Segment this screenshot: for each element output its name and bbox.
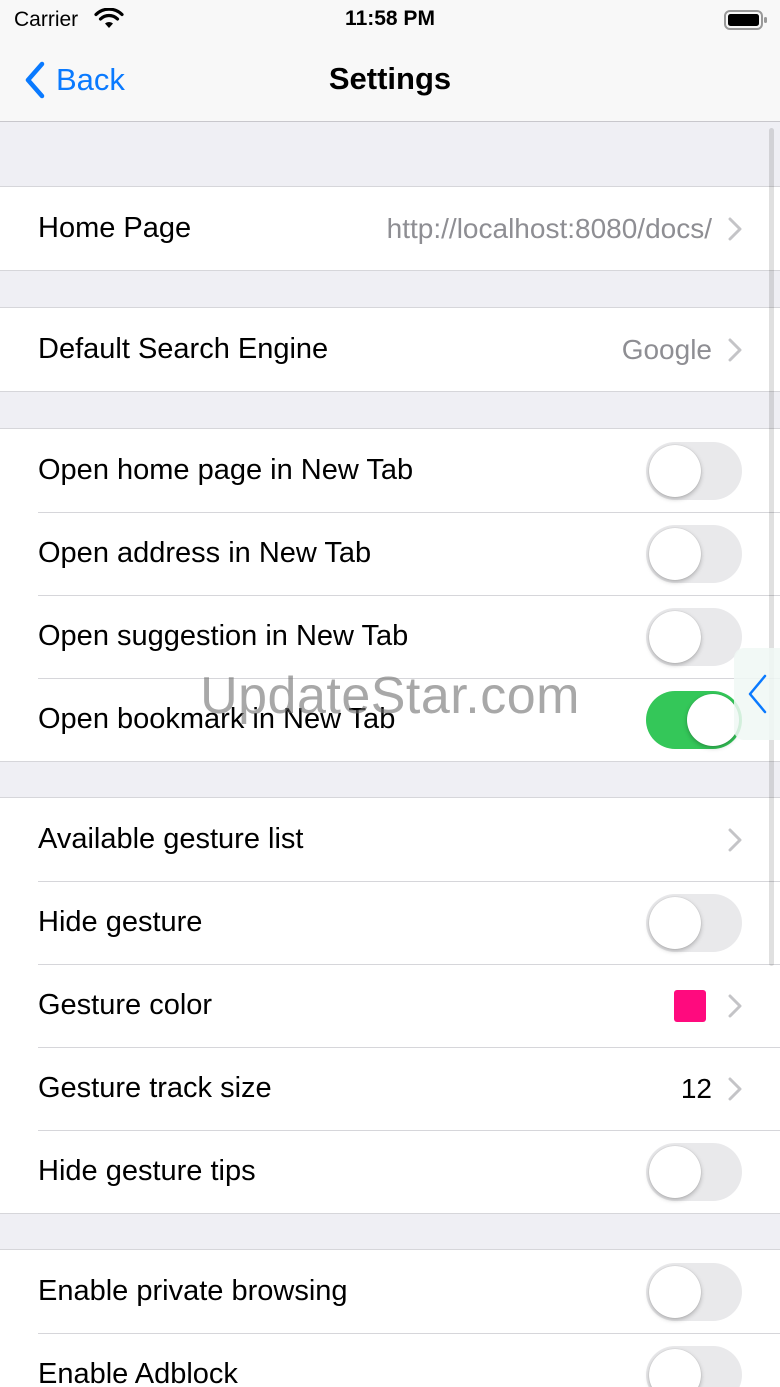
hide-gesture-toggle[interactable] — [646, 893, 742, 952]
row-label: Enable Adblock — [38, 1358, 238, 1387]
chevron-left-icon — [748, 674, 767, 714]
toggle-knob — [649, 444, 701, 497]
row-value: Google — [621, 333, 712, 365]
page-title: Settings — [328, 61, 452, 96]
toggle-knob — [649, 610, 701, 663]
settings-group-tabs: Open home page in New Tab Open address i… — [0, 428, 780, 762]
open-address-new-tab-row: Open address in New Tab — [0, 512, 780, 595]
chevron-right-icon — [728, 828, 742, 851]
enable-adblock-row: Enable Adblock — [0, 1333, 780, 1387]
chevron-right-icon — [728, 217, 742, 240]
open-suggestion-new-tab-row: Open suggestion in New Tab — [0, 595, 780, 678]
enable-private-browsing-row: Enable private browsing — [0, 1250, 780, 1333]
row-label: Hide gesture tips — [38, 1155, 256, 1187]
row-label: Default Search Engine — [38, 333, 329, 365]
side-drawer-tab[interactable] — [734, 648, 780, 740]
row-label: Home Page — [38, 212, 192, 244]
open-bookmark-new-tab-toggle[interactable] — [646, 690, 742, 749]
toggle-knob — [649, 1265, 701, 1318]
row-value: http://localhost:8080/docs/ — [386, 212, 712, 244]
toggle-knob — [649, 1145, 701, 1198]
row-label: Open address in New Tab — [38, 537, 372, 569]
status-bar: Carrier 11:58 PM — [0, 0, 780, 40]
navigation-bar: Back Settings — [0, 40, 780, 122]
default-search-engine-row[interactable]: Default Search Engine Google — [0, 308, 780, 391]
toggle-knob — [687, 693, 739, 746]
status-time: 11:58 PM — [345, 7, 435, 30]
gesture-color-row[interactable]: Gesture color — [0, 964, 780, 1047]
row-label: Open home page in New Tab — [38, 454, 414, 486]
settings-group-home: Home Page http://localhost:8080/docs/ — [0, 186, 780, 271]
open-bookmark-new-tab-row: Open bookmark in New Tab — [0, 678, 780, 761]
open-address-new-tab-toggle[interactable] — [646, 524, 742, 583]
row-label: Gesture color — [38, 989, 213, 1021]
row-label: Enable private browsing — [38, 1275, 348, 1307]
row-value: 12 — [680, 1072, 712, 1104]
hide-gesture-tips-toggle[interactable] — [646, 1142, 742, 1201]
open-home-page-new-tab-row: Open home page in New Tab — [0, 429, 780, 512]
gesture-track-size-row[interactable]: Gesture track size 12 — [0, 1047, 780, 1130]
hide-gesture-row: Hide gesture — [0, 881, 780, 964]
open-home-page-new-tab-toggle[interactable] — [646, 441, 742, 500]
settings-group-search: Default Search Engine Google — [0, 307, 780, 392]
chevron-right-icon — [728, 338, 742, 361]
row-label: Hide gesture — [38, 906, 203, 938]
toggle-knob — [649, 896, 701, 949]
toggle-knob — [649, 1348, 701, 1387]
hide-gesture-tips-row: Hide gesture tips — [0, 1130, 780, 1213]
row-label: Open bookmark in New Tab — [38, 703, 396, 735]
toggle-knob — [649, 527, 701, 580]
gesture-color-swatch — [674, 989, 706, 1022]
enable-adblock-toggle[interactable] — [646, 1345, 742, 1387]
chevron-right-icon — [728, 1077, 742, 1100]
settings-group-privacy: Enable private browsing Enable Adblock — [0, 1249, 780, 1387]
home-page-row[interactable]: Home Page http://localhost:8080/docs/ — [0, 187, 780, 270]
row-label: Gesture track size — [38, 1072, 272, 1104]
settings-group-gestures: Available gesture list Hide gesture Gest… — [0, 797, 780, 1214]
chevron-right-icon — [728, 994, 742, 1017]
open-suggestion-new-tab-toggle[interactable] — [646, 607, 742, 666]
scroll-indicator[interactable] — [769, 128, 774, 966]
enable-private-browsing-toggle[interactable] — [646, 1262, 742, 1321]
available-gesture-list-row[interactable]: Available gesture list — [0, 798, 780, 881]
row-label: Available gesture list — [38, 823, 304, 855]
battery-icon — [724, 10, 767, 30]
row-label: Open suggestion in New Tab — [38, 620, 409, 652]
